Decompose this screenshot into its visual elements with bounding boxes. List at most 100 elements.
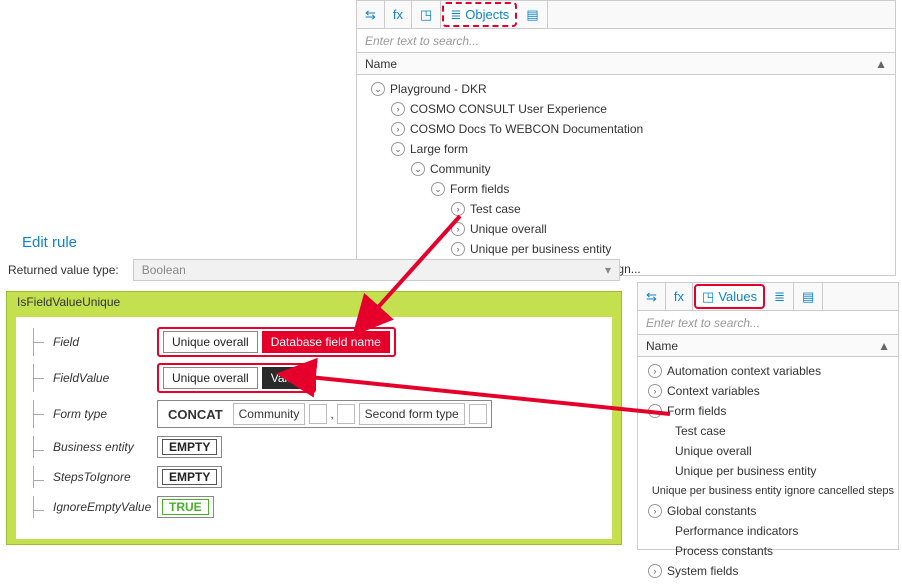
tree-row[interactable]: Process constants — [638, 541, 898, 561]
param-businessentity-row: Business entity EMPTY — [30, 435, 598, 459]
expand-icon[interactable]: › — [391, 102, 405, 116]
expand-icon[interactable]: › — [648, 364, 662, 378]
tree-row[interactable]: Unique per business entity ignore cancel… — [638, 481, 898, 501]
tree-row[interactable]: ›System fields — [638, 561, 898, 581]
rule-body: Field Unique overall Database field name… — [15, 316, 613, 540]
param-label: StepsToIgnore — [53, 470, 157, 484]
comma: , — [330, 407, 333, 421]
collapse-icon[interactable]: ⌄ — [431, 182, 445, 196]
empty-keyword: EMPTY — [162, 469, 217, 485]
collapse-icon[interactable]: ⌄ — [371, 82, 385, 96]
values-search[interactable]: Enter text to search... — [638, 311, 898, 335]
objects-panel: ⇆ fx ◳ ≣ Objects ▤ Enter text to search.… — [356, 0, 896, 276]
param-label: IgnoreEmptyValue — [53, 500, 157, 514]
objects-tabbar: ⇆ fx ◳ ≣ Objects ▤ — [357, 1, 895, 29]
tree-row[interactable]: ›COSMO Docs To WEBCON Documentation — [357, 119, 895, 139]
tab-values[interactable]: ◳ Values — [694, 284, 765, 309]
tree-row[interactable]: ›Unique overall — [357, 219, 895, 239]
returned-type-value: Boolean — [142, 259, 186, 281]
tree-row[interactable]: Test case — [638, 421, 898, 441]
rule-box: IsFieldValueUnique Field Unique overall … — [6, 291, 622, 545]
collapse-icon[interactable]: ⌄ — [391, 142, 405, 156]
tab-box-icon[interactable]: ◳ — [412, 1, 441, 28]
param-label: FieldValue — [53, 371, 157, 385]
tree-row[interactable]: ⌄Playground - DKR — [357, 79, 895, 99]
param-field-row: Field Unique overall Database field name — [30, 327, 598, 357]
expand-icon[interactable]: › — [648, 384, 662, 398]
rule-editor: Edit rule Returned value type: Boolean ▾… — [0, 255, 628, 551]
param-ignoreempty-row: IgnoreEmptyValue TRUE — [30, 495, 598, 519]
steps-slot[interactable]: EMPTY — [157, 466, 222, 488]
collapse-icon[interactable]: ⌄ — [411, 162, 425, 176]
empty-slot[interactable] — [337, 404, 355, 424]
empty-keyword: EMPTY — [162, 439, 217, 455]
tab-other-icon[interactable]: ▤ — [518, 1, 547, 28]
empty-slot[interactable] — [469, 404, 487, 424]
tab-swap-icon[interactable]: ⇆ — [357, 1, 385, 28]
param-field-slot[interactable]: Unique overall Database field name — [157, 327, 396, 357]
param-steps-row: StepsToIgnore EMPTY — [30, 465, 598, 489]
tab-swap-icon[interactable]: ⇆ — [638, 283, 666, 310]
tree-row[interactable]: ›Test case — [357, 199, 895, 219]
expand-icon[interactable]: › — [451, 222, 465, 236]
returned-type-row: Returned value type: Boolean ▾ — [0, 255, 628, 285]
tab-objects-label: Objects — [465, 7, 509, 22]
tree-row[interactable]: Unique per business entity — [638, 461, 898, 481]
values-column-header[interactable]: Name ▲ — [638, 335, 898, 357]
tab-values-label: Values — [718, 289, 757, 304]
values-tree: ›Automation context variables ›Context v… — [638, 357, 898, 585]
field-name-pill[interactable]: Unique overall — [163, 331, 258, 353]
businessentity-slot[interactable]: EMPTY — [157, 436, 222, 458]
param-fieldvalue-row: FieldValue Unique overall Value — [30, 363, 598, 393]
sort-asc-icon: ▲ — [875, 57, 887, 71]
expand-icon[interactable]: › — [391, 122, 405, 136]
empty-slot[interactable] — [309, 404, 327, 424]
tree-row[interactable]: ⌄Large form — [357, 139, 895, 159]
list-icon: ≣ — [450, 8, 461, 21]
tree-row[interactable]: ⌄Community — [357, 159, 895, 179]
values-tabbar: ⇆ fx ◳ Values ≣ ▤ — [638, 283, 898, 311]
expand-icon[interactable]: › — [648, 504, 662, 518]
tree-row[interactable]: ›Context variables — [638, 381, 898, 401]
rule-name: IsFieldValueUnique — [7, 292, 621, 312]
collapse-icon[interactable]: ⌄ — [648, 404, 662, 418]
values-panel: ⇆ fx ◳ Values ≣ ▤ Enter text to search..… — [637, 282, 899, 550]
column-name-label: Name — [646, 339, 678, 353]
tree-row[interactable]: ›Automation context variables — [638, 361, 898, 381]
returned-type-label: Returned value type: — [8, 263, 119, 277]
param-label: Form type — [53, 407, 157, 421]
tree-row[interactable]: Unique overall — [638, 441, 898, 461]
tree-row[interactable]: ›COSMO CONSULT User Experience — [357, 99, 895, 119]
objects-search[interactable]: Enter text to search... — [357, 29, 895, 53]
param-fieldvalue-slot[interactable]: Unique overall Value — [157, 363, 316, 393]
tree-row[interactable]: Performance indicators — [638, 521, 898, 541]
concat-arg-1[interactable]: Community — [233, 403, 306, 425]
tree-row[interactable]: ›Global constants — [638, 501, 898, 521]
tab-other-icon[interactable]: ▤ — [794, 283, 823, 310]
tab-objects[interactable]: ≣ Objects — [442, 2, 517, 27]
tab-fx-icon[interactable]: fx — [385, 1, 412, 28]
values-icon: ◳ — [702, 290, 714, 303]
objects-tree: ⌄Playground - DKR ›COSMO CONSULT User Ex… — [357, 75, 895, 283]
tree-row[interactable]: ⌄Form fields — [357, 179, 895, 199]
concat-expression[interactable]: CONCAT Community , Second form type — [157, 400, 492, 428]
concat-arg-2[interactable]: Second form type — [359, 403, 465, 425]
fieldvalue-name-pill[interactable]: Unique overall — [163, 367, 258, 389]
expand-icon[interactable]: › — [648, 564, 662, 578]
tab-list-icon[interactable]: ≣ — [766, 283, 794, 310]
param-label: Business entity — [53, 440, 157, 454]
expand-icon[interactable]: › — [451, 202, 465, 216]
fieldvalue-tag-pill[interactable]: Value — [262, 367, 310, 389]
tab-fx-icon[interactable]: fx — [666, 283, 693, 310]
returned-type-select[interactable]: Boolean ▾ — [133, 259, 620, 281]
ignoreempty-slot[interactable]: TRUE — [157, 496, 214, 518]
objects-column-header[interactable]: Name ▲ — [357, 53, 895, 75]
column-name-label: Name — [365, 57, 397, 71]
chevron-down-icon: ▾ — [605, 259, 611, 281]
param-formtype-row: Form type CONCAT Community , Second form… — [30, 399, 598, 429]
field-tag-pill[interactable]: Database field name — [262, 331, 390, 353]
expand-icon[interactable]: › — [451, 242, 465, 256]
editor-title: Edit rule — [0, 232, 77, 257]
concat-keyword: CONCAT — [162, 407, 229, 422]
tree-row[interactable]: ⌄Form fields — [638, 401, 898, 421]
